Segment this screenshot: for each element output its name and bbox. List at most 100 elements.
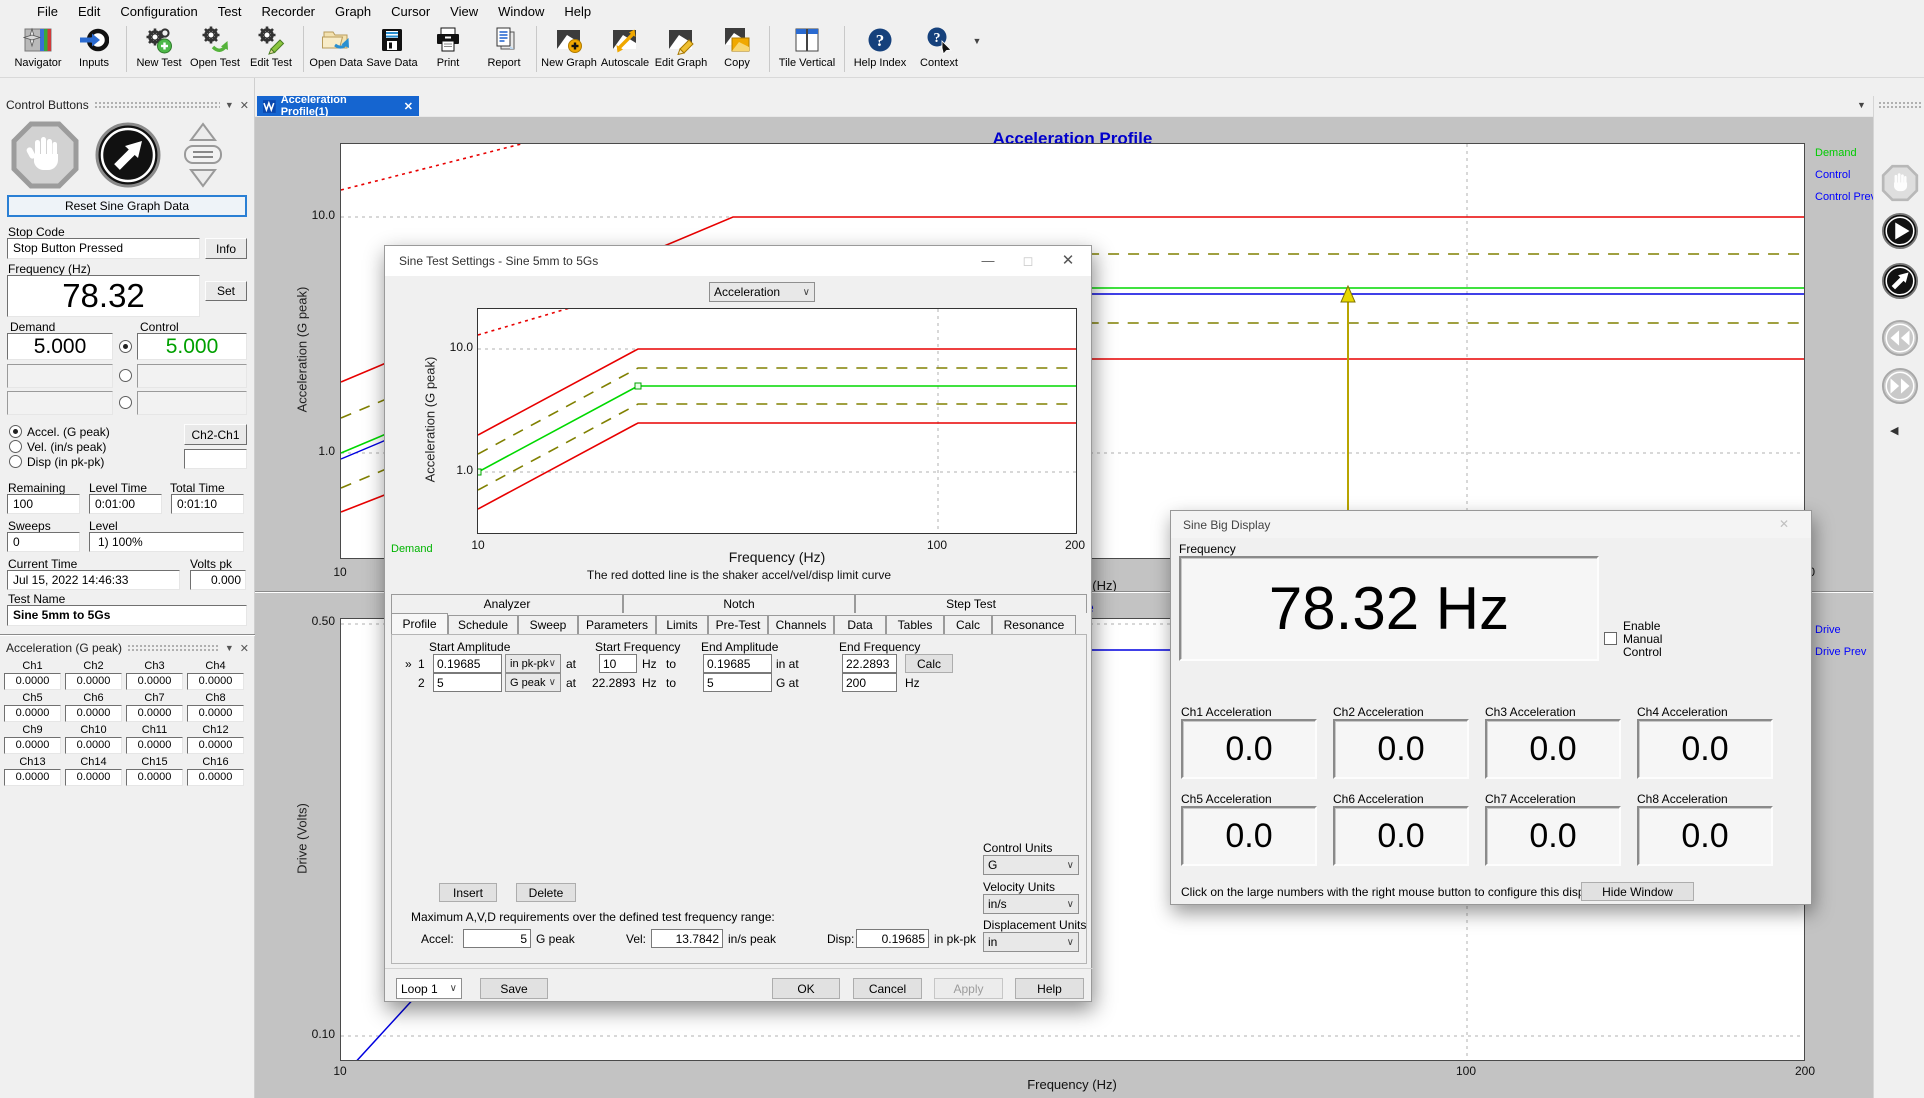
minimize-icon[interactable]: — [973, 250, 1003, 272]
big-channel-value[interactable]: 0.0 [1637, 806, 1773, 866]
tab-analyzer[interactable]: Analyzer [391, 594, 623, 613]
close-icon[interactable]: ✕ [240, 642, 249, 655]
big-channel-value[interactable]: 0.0 [1485, 806, 1621, 866]
start-unit-select-1[interactable]: in pk-pk∨ [505, 654, 561, 673]
help-button[interactable]: Help [1015, 978, 1084, 999]
maximize-icon[interactable]: ◻ [1013, 250, 1043, 272]
close-icon[interactable]: ✕ [240, 99, 249, 112]
close-icon[interactable]: ✕ [1779, 517, 1789, 531]
tab-pre-test[interactable]: Pre-Test [708, 615, 768, 634]
end-amplitude-input-1[interactable] [703, 654, 772, 673]
edit-graph-button[interactable]: Edit Graph [653, 22, 709, 69]
sweep-forward-button[interactable] [1881, 367, 1919, 405]
dialog-titlebar[interactable]: Sine Test Settings - Sine 5mm to 5Gs — ◻… [385, 246, 1091, 276]
menu-configuration[interactable]: Configuration [111, 2, 206, 21]
row1-radio[interactable] [119, 340, 132, 353]
loop-select[interactable]: Loop 1∨ [396, 978, 462, 999]
big-display-titlebar[interactable]: Sine Big Display ✕ [1171, 511, 1811, 538]
save-data-button[interactable]: Save Data [364, 22, 420, 69]
tab-calc[interactable]: Calc [944, 615, 992, 634]
open-data-button[interactable]: Open Data [308, 22, 364, 69]
save-button[interactable]: Save [480, 978, 548, 999]
graph-type-select[interactable]: Acceleration∨ [709, 282, 815, 302]
disp-unit-radio[interactable] [9, 455, 22, 468]
insert-button[interactable]: Insert [439, 883, 497, 902]
context-help-button[interactable]: ? Context [911, 22, 967, 69]
tab-schedule[interactable]: Schedule [448, 615, 518, 634]
max-disp-input[interactable] [856, 929, 929, 948]
tab-parameters[interactable]: Parameters [578, 615, 656, 634]
sweep-up-button[interactable] [1881, 262, 1919, 300]
start-unit-select-2[interactable]: G peak∨ [505, 673, 561, 692]
tile-vertical-button[interactable]: Tile Vertical [774, 22, 840, 69]
start-frequency-input-1[interactable] [599, 654, 637, 673]
copy-button[interactable]: Copy [709, 22, 765, 69]
help-index-button[interactable]: ? Help Index [849, 22, 911, 69]
tab-step-test[interactable]: Step Test [855, 594, 1087, 613]
menu-window[interactable]: Window [489, 2, 553, 21]
dialog-profile-plot[interactable] [477, 308, 1077, 534]
calc-button[interactable]: Calc [905, 654, 953, 673]
collapse-icon[interactable]: ▼ [225, 100, 234, 110]
tab-resonance[interactable]: Resonance [992, 615, 1076, 634]
menu-file[interactable]: File [28, 2, 67, 21]
tab-channels[interactable]: Channels [768, 615, 834, 634]
menu-view[interactable]: View [441, 2, 487, 21]
tab-list-chevron-icon[interactable]: ▼ [1857, 100, 1866, 110]
new-graph-button[interactable]: New Graph [541, 22, 597, 69]
collapse-icon[interactable]: ▼ [225, 643, 234, 653]
displacement-units-select[interactable]: in∨ [983, 932, 1079, 952]
stop-button-strip[interactable] [1881, 164, 1919, 202]
menu-help[interactable]: Help [555, 2, 600, 21]
row2-radio[interactable] [119, 369, 132, 382]
tab-profile[interactable]: Profile [391, 613, 448, 634]
toolbar-overflow-button[interactable]: ▼ [967, 22, 987, 46]
end-frequency-input-2[interactable] [842, 673, 897, 692]
accel-unit-radio[interactable] [9, 425, 22, 438]
close-icon[interactable]: ✕ [404, 100, 413, 113]
menu-recorder[interactable]: Recorder [253, 2, 324, 21]
tab-tables[interactable]: Tables [886, 615, 944, 634]
velocity-units-select[interactable]: in/s∨ [983, 894, 1079, 914]
tab-acceleration-profile[interactable]: Acceleration Profile(1) ✕ [257, 96, 419, 116]
delete-button[interactable]: Delete [516, 883, 576, 902]
menu-edit[interactable]: Edit [69, 2, 109, 21]
open-test-button[interactable]: Open Test [187, 22, 243, 69]
collapse-strip-icon[interactable]: ◀ [1890, 424, 1898, 437]
apply-button[interactable]: Apply [934, 978, 1003, 999]
big-channel-value[interactable]: 0.0 [1333, 806, 1469, 866]
info-button[interactable]: Info [205, 238, 247, 259]
report-button[interactable]: Report [476, 22, 532, 69]
tab-notch[interactable]: Notch [623, 594, 855, 613]
end-frequency-input-1[interactable] [842, 654, 897, 673]
tab-limits[interactable]: Limits [656, 615, 708, 634]
reset-sine-graph-data-button[interactable]: Reset Sine Graph Data [7, 195, 247, 217]
big-channel-value[interactable]: 0.0 [1181, 719, 1317, 779]
ch2-ch1-button[interactable]: Ch2-Ch1 [184, 424, 247, 445]
set-frequency-button[interactable]: Set [205, 281, 247, 301]
vel-unit-radio[interactable] [9, 440, 22, 453]
stop-button[interactable] [10, 120, 80, 190]
navigator-button[interactable]: Navigator [10, 22, 66, 69]
big-channel-value[interactable]: 0.0 [1637, 719, 1773, 779]
menu-test[interactable]: Test [209, 2, 251, 21]
tab-sweep[interactable]: Sweep [518, 615, 578, 634]
run-sweep-up-button[interactable] [93, 120, 163, 190]
tab-data[interactable]: Data [834, 615, 886, 634]
big-channel-value[interactable]: 0.0 [1333, 719, 1469, 779]
menu-graph[interactable]: Graph [326, 2, 380, 21]
print-button[interactable]: Print [420, 22, 476, 69]
new-test-button[interactable]: New Test [131, 22, 187, 69]
end-amplitude-input-2[interactable] [703, 673, 772, 692]
big-channel-value[interactable]: 0.0 [1485, 719, 1621, 779]
inputs-button[interactable]: Inputs [66, 22, 122, 69]
max-accel-input[interactable] [463, 929, 531, 948]
big-channel-value[interactable]: 0.0 [1181, 806, 1317, 866]
start-amplitude-input-2[interactable] [433, 673, 502, 692]
run-test-button[interactable] [1881, 212, 1919, 250]
ok-button[interactable]: OK [772, 978, 840, 999]
edit-test-button[interactable]: Edit Test [243, 22, 299, 69]
sweep-reverse-button[interactable] [1881, 319, 1919, 357]
cancel-button[interactable]: Cancel [853, 978, 922, 999]
big-frequency-display[interactable]: 78.32 Hz [1179, 556, 1599, 661]
